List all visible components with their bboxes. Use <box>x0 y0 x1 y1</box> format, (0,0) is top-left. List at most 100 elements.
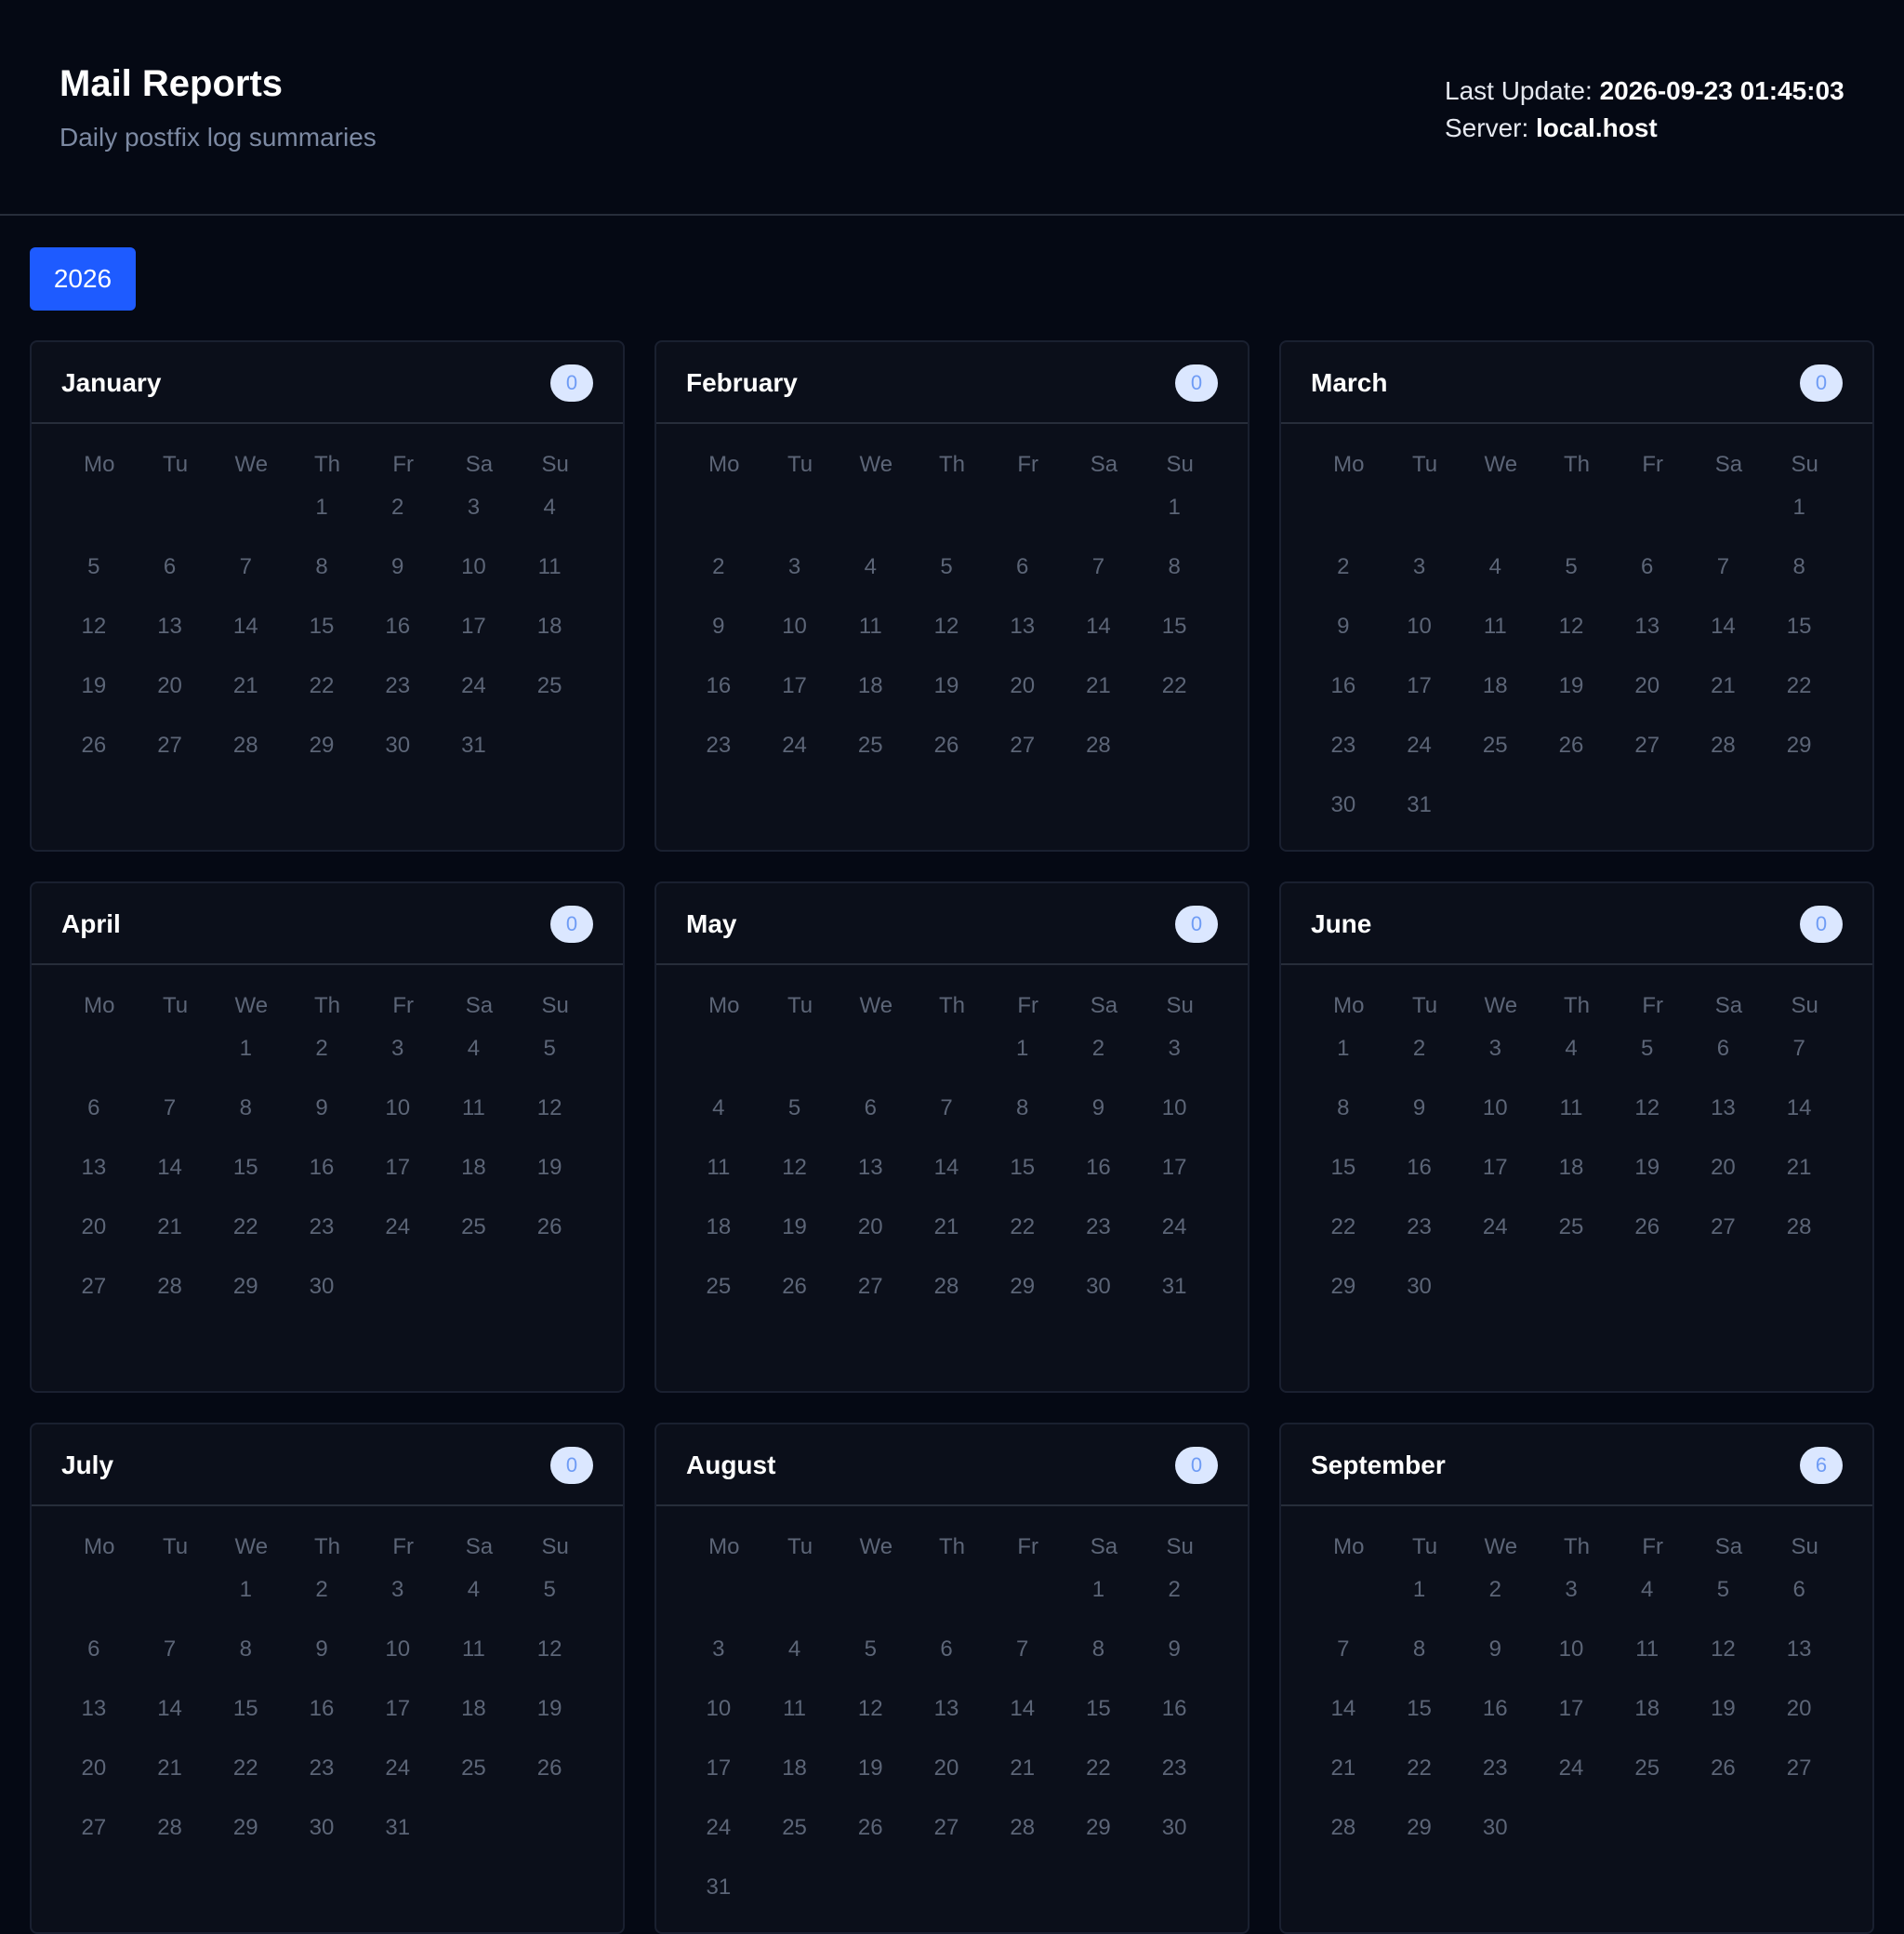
day-cell[interactable]: 16 <box>1142 1690 1207 1750</box>
day-cell[interactable]: 7 <box>138 1631 203 1690</box>
day-cell[interactable]: 17 <box>365 1690 430 1750</box>
day-cell[interactable]: 20 <box>914 1750 979 1809</box>
day-cell[interactable]: 6 <box>990 549 1055 608</box>
day-cell[interactable]: 19 <box>1539 668 1604 727</box>
day-cell[interactable]: 28 <box>138 1809 203 1869</box>
day-cell[interactable]: 15 <box>990 1149 1055 1209</box>
day-cell[interactable]: 27 <box>1766 1750 1831 1809</box>
day-cell[interactable]: 21 <box>1066 668 1131 727</box>
day-cell[interactable]: 3 <box>1142 1030 1207 1090</box>
day-cell[interactable]: 12 <box>762 1149 827 1209</box>
day-cell[interactable]: 31 <box>686 1869 751 1928</box>
day-cell[interactable]: 29 <box>213 1809 278 1869</box>
day-cell[interactable]: 8 <box>1066 1631 1131 1690</box>
day-cell[interactable]: 23 <box>1311 727 1376 787</box>
day-cell[interactable]: 29 <box>1387 1809 1452 1869</box>
day-cell[interactable]: 16 <box>289 1690 354 1750</box>
day-cell[interactable]: 26 <box>61 727 126 787</box>
day-cell[interactable]: 4 <box>1539 1030 1604 1090</box>
day-cell[interactable]: 25 <box>442 1750 507 1809</box>
day-cell[interactable]: 17 <box>1387 668 1452 727</box>
day-cell[interactable]: 4 <box>1462 549 1527 608</box>
day-cell[interactable]: 10 <box>365 1090 430 1149</box>
day-cell[interactable]: 26 <box>1615 1209 1680 1268</box>
day-cell[interactable]: 24 <box>442 668 507 727</box>
day-cell[interactable]: 22 <box>1066 1750 1131 1809</box>
day-cell[interactable]: 31 <box>442 727 507 787</box>
day-cell[interactable]: 13 <box>138 608 203 668</box>
day-cell[interactable]: 7 <box>990 1631 1055 1690</box>
day-cell[interactable]: 18 <box>1615 1690 1680 1750</box>
day-cell[interactable]: 21 <box>914 1209 979 1268</box>
day-cell[interactable]: 18 <box>442 1690 507 1750</box>
day-cell[interactable]: 20 <box>61 1209 126 1268</box>
day-cell[interactable]: 30 <box>365 727 430 787</box>
day-cell[interactable]: 19 <box>517 1690 582 1750</box>
day-cell[interactable]: 9 <box>1066 1090 1131 1149</box>
day-cell[interactable]: 5 <box>1539 549 1604 608</box>
day-cell[interactable]: 24 <box>686 1809 751 1869</box>
day-cell[interactable]: 6 <box>838 1090 903 1149</box>
day-cell[interactable]: 3 <box>762 549 827 608</box>
day-cell[interactable]: 17 <box>1142 1149 1207 1209</box>
day-cell[interactable]: 6 <box>61 1631 126 1690</box>
day-cell[interactable]: 29 <box>289 727 354 787</box>
day-cell[interactable]: 30 <box>289 1809 354 1869</box>
day-cell[interactable]: 8 <box>289 549 354 608</box>
day-cell[interactable]: 16 <box>289 1149 354 1209</box>
day-cell[interactable]: 28 <box>1691 727 1756 787</box>
day-cell[interactable]: 9 <box>1311 608 1376 668</box>
day-cell[interactable]: 30 <box>1462 1809 1527 1869</box>
day-cell[interactable]: 9 <box>365 549 430 608</box>
day-cell[interactable]: 26 <box>517 1750 582 1809</box>
day-cell[interactable]: 15 <box>1311 1149 1376 1209</box>
day-cell[interactable]: 30 <box>1311 787 1376 846</box>
day-cell[interactable]: 17 <box>365 1149 430 1209</box>
day-cell[interactable]: 7 <box>1311 1631 1376 1690</box>
day-cell[interactable]: 28 <box>1066 727 1131 787</box>
day-cell[interactable]: 26 <box>1691 1750 1756 1809</box>
day-cell[interactable]: 21 <box>213 668 278 727</box>
day-cell[interactable]: 27 <box>1615 727 1680 787</box>
day-cell[interactable]: 17 <box>1539 1690 1604 1750</box>
day-cell[interactable]: 11 <box>442 1631 507 1690</box>
day-cell[interactable]: 28 <box>213 727 278 787</box>
day-cell[interactable]: 1 <box>1311 1030 1376 1090</box>
day-cell[interactable]: 30 <box>1142 1809 1207 1869</box>
day-cell[interactable]: 5 <box>1691 1571 1756 1631</box>
day-cell[interactable]: 18 <box>1462 668 1527 727</box>
day-cell[interactable]: 12 <box>1691 1631 1756 1690</box>
day-cell[interactable]: 16 <box>1311 668 1376 727</box>
day-cell[interactable]: 26 <box>914 727 979 787</box>
day-cell[interactable]: 8 <box>1387 1631 1452 1690</box>
day-cell[interactable]: 18 <box>686 1209 751 1268</box>
day-cell[interactable]: 1 <box>1066 1571 1131 1631</box>
day-cell[interactable]: 8 <box>1766 549 1831 608</box>
day-cell[interactable]: 6 <box>61 1090 126 1149</box>
day-cell[interactable]: 17 <box>1462 1149 1527 1209</box>
day-cell[interactable]: 12 <box>914 608 979 668</box>
year-button-2026[interactable]: 2026 <box>30 247 136 311</box>
day-cell[interactable]: 16 <box>1462 1690 1527 1750</box>
day-cell[interactable]: 15 <box>1066 1690 1131 1750</box>
day-cell[interactable]: 10 <box>1462 1090 1527 1149</box>
day-cell[interactable]: 13 <box>1691 1090 1756 1149</box>
day-cell[interactable]: 16 <box>1066 1149 1131 1209</box>
day-cell[interactable]: 4 <box>442 1030 507 1090</box>
day-cell[interactable]: 7 <box>914 1090 979 1149</box>
day-cell[interactable]: 7 <box>1766 1030 1831 1090</box>
day-cell[interactable]: 10 <box>1142 1090 1207 1149</box>
day-cell[interactable]: 23 <box>1142 1750 1207 1809</box>
day-cell[interactable]: 7 <box>213 549 278 608</box>
day-cell[interactable]: 24 <box>1539 1750 1604 1809</box>
day-cell[interactable]: 10 <box>1387 608 1452 668</box>
day-cell[interactable]: 25 <box>442 1209 507 1268</box>
day-cell[interactable]: 18 <box>838 668 903 727</box>
day-cell[interactable]: 3 <box>1462 1030 1527 1090</box>
day-cell[interactable]: 5 <box>61 549 126 608</box>
day-cell[interactable]: 23 <box>365 668 430 727</box>
day-cell[interactable]: 20 <box>990 668 1055 727</box>
day-cell[interactable]: 12 <box>517 1090 582 1149</box>
day-cell[interactable]: 19 <box>1691 1690 1756 1750</box>
day-cell[interactable]: 4 <box>838 549 903 608</box>
